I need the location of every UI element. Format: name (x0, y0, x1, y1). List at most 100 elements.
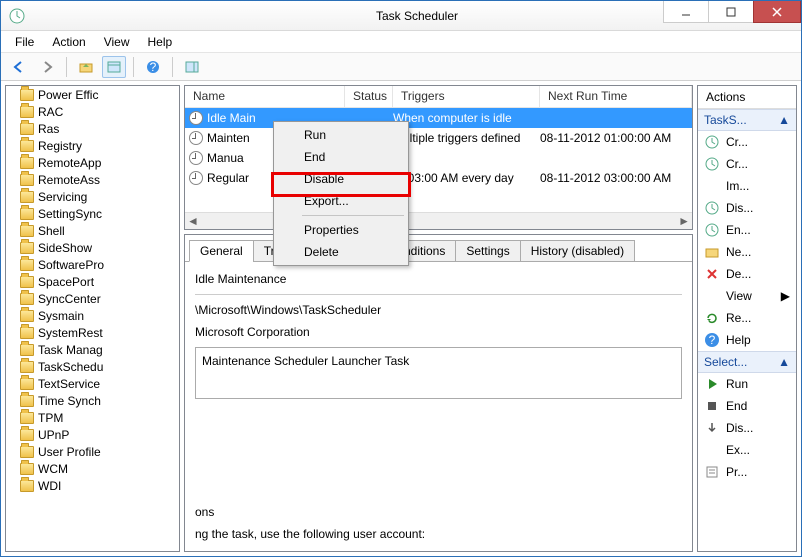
app-icon (9, 8, 25, 24)
col-next[interactable]: Next Run Time (540, 86, 692, 107)
minimize-button[interactable] (663, 1, 709, 23)
tree-item[interactable]: WCM (6, 460, 179, 477)
delete-icon (704, 266, 720, 282)
tree-item[interactable]: Ras (6, 120, 179, 137)
menu-file[interactable]: File (7, 33, 42, 51)
tree-label: Shell (38, 224, 65, 238)
action-item[interactable]: Pr... (698, 461, 796, 483)
toggle-pane-button[interactable] (102, 56, 126, 78)
tree-item[interactable]: SystemRest (6, 324, 179, 341)
task-row[interactable]: Idle MainWhen computer is idle (185, 108, 692, 128)
action-item[interactable]: End (698, 395, 796, 417)
toolbar-sep (133, 57, 134, 77)
maximize-button[interactable] (708, 1, 754, 23)
tree-item[interactable]: SpacePort (6, 273, 179, 290)
task-description[interactable]: Maintenance Scheduler Launcher Task (195, 347, 682, 399)
folder-icon (20, 395, 34, 407)
toggle-action-button[interactable] (180, 56, 204, 78)
tree-item[interactable]: Registry (6, 137, 179, 154)
action-label: Re... (726, 311, 751, 325)
tree-item[interactable]: Sysmain (6, 307, 179, 324)
col-status[interactable]: Status (345, 86, 393, 107)
titlebar[interactable]: Task Scheduler (1, 1, 801, 31)
tab-history[interactable]: History (disabled) (520, 240, 635, 262)
folder-icon (20, 463, 34, 475)
tree-item[interactable]: User Profile (6, 443, 179, 460)
menu-action[interactable]: Action (44, 33, 93, 51)
task-row[interactable]: RegularAt 03:00 AM every day08-11-2012 0… (185, 168, 692, 188)
task-row[interactable]: Manua (185, 148, 692, 168)
tree-item[interactable]: Task Manag (6, 341, 179, 358)
actions-header: Actions (698, 86, 796, 109)
svg-text:?: ? (150, 60, 157, 74)
h-scrollbar[interactable]: ◄► (185, 212, 692, 229)
action-item[interactable]: Cr... (698, 153, 796, 175)
ctx-export[interactable]: Export... (276, 190, 406, 212)
folder-icon (20, 310, 34, 322)
ctx-end[interactable]: End (276, 146, 406, 168)
back-button[interactable] (7, 56, 31, 78)
folder-icon (20, 344, 34, 356)
window-root: Task Scheduler File Action View Help ? P… (0, 0, 802, 557)
ctx-disable[interactable]: Disable (276, 168, 406, 190)
ctx-run[interactable]: Run (276, 124, 406, 146)
tree-item[interactable]: SyncCenter (6, 290, 179, 307)
action-item[interactable]: Ne... (698, 241, 796, 263)
menu-help[interactable]: Help (140, 33, 181, 51)
tree-item[interactable]: UPnP (6, 426, 179, 443)
tree-item[interactable]: SideShow (6, 239, 179, 256)
action-item[interactable]: Run (698, 373, 796, 395)
forward-button[interactable] (35, 56, 59, 78)
tree-label: TextService (38, 377, 100, 391)
tab-settings[interactable]: Settings (455, 240, 520, 262)
action-item[interactable]: ?Help (698, 329, 796, 351)
help-button[interactable]: ? (141, 56, 165, 78)
tree-item[interactable]: WDI (6, 477, 179, 494)
ctx-delete[interactable]: Delete (276, 241, 406, 263)
action-item[interactable]: Re... (698, 307, 796, 329)
action-item[interactable]: Im... (698, 175, 796, 197)
action-item[interactable]: De... (698, 263, 796, 285)
tree-item[interactable]: RAC (6, 103, 179, 120)
clock-run-icon (704, 200, 720, 216)
menu-view[interactable]: View (96, 33, 138, 51)
up-button[interactable] (74, 56, 98, 78)
task-author: Microsoft Corporation (195, 325, 682, 339)
tree-item[interactable]: Time Synch (6, 392, 179, 409)
tree-item[interactable]: TextService (6, 375, 179, 392)
actions-section-node[interactable]: TaskS...▲ (698, 109, 796, 131)
actions-section-selection[interactable]: Select...▲ (698, 351, 796, 373)
action-item[interactable]: Cr... (698, 131, 796, 153)
ctx-properties[interactable]: Properties (276, 219, 406, 241)
action-item[interactable]: Dis... (698, 417, 796, 439)
task-row[interactable]: MaintenMultiple triggers defined08-11-20… (185, 128, 692, 148)
folder-icon (20, 378, 34, 390)
action-item[interactable]: Ex... (698, 439, 796, 461)
tree-item[interactable]: SettingSync (6, 205, 179, 222)
action-item[interactable]: Dis... (698, 197, 796, 219)
tree-item[interactable]: TaskSchedu (6, 358, 179, 375)
tree-item[interactable]: RemoteAss (6, 171, 179, 188)
tree-label: SystemRest (38, 326, 103, 340)
tree-item[interactable]: Servicing (6, 188, 179, 205)
action-label: Pr... (726, 465, 747, 479)
col-name[interactable]: Name (185, 86, 345, 107)
close-button[interactable] (753, 1, 801, 23)
tree-item[interactable]: TPM (6, 409, 179, 426)
folder-icon (20, 140, 34, 152)
clock-import-icon (704, 156, 720, 172)
tree-item[interactable]: RemoteApp (6, 154, 179, 171)
tree-item[interactable]: Power Effic (6, 86, 179, 103)
folder-icon (20, 225, 34, 237)
action-item[interactable]: En... (698, 219, 796, 241)
action-item[interactable]: View▶ (698, 285, 796, 307)
tab-general[interactable]: General (189, 240, 254, 262)
tree-pane[interactable]: Power EfficRACRasRegistryRemoteAppRemote… (5, 85, 180, 552)
col-triggers[interactable]: Triggers (393, 86, 540, 107)
tree-item[interactable]: SoftwarePro (6, 256, 179, 273)
tree-item[interactable]: Shell (6, 222, 179, 239)
action-label: Ne... (726, 245, 751, 259)
tree-label: UPnP (38, 428, 69, 442)
listview-header[interactable]: Name Status Triggers Next Run Time (185, 86, 692, 108)
task-listview[interactable]: Name Status Triggers Next Run Time Idle … (185, 86, 692, 212)
